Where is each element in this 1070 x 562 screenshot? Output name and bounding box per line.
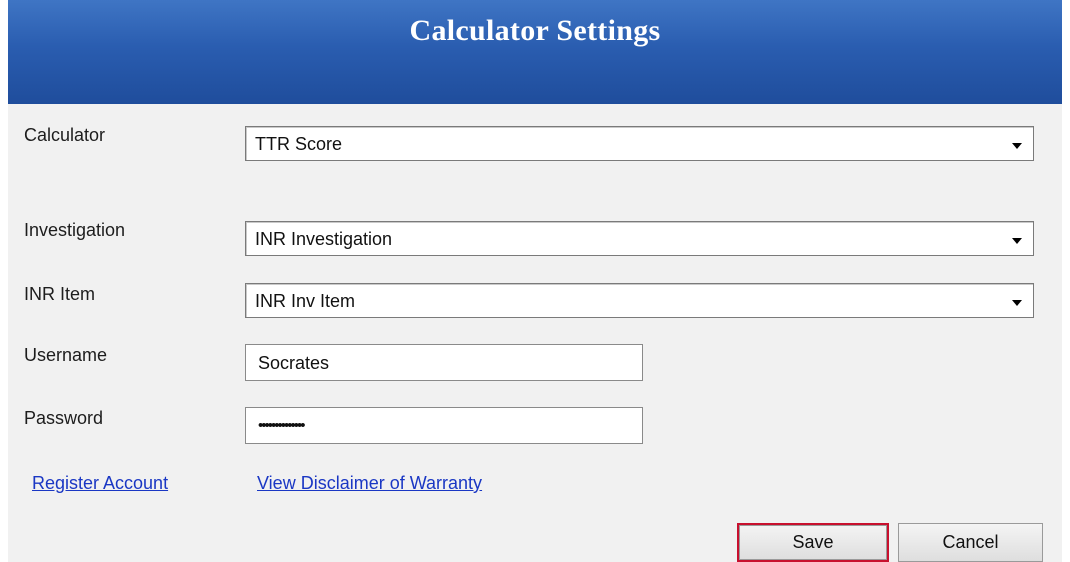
inr-item-select-value: INR Inv Item — [255, 291, 356, 311]
investigation-select-value: INR Investigation — [255, 229, 393, 249]
inr-item-label: INR Item — [24, 284, 96, 304]
calculator-label: Calculator — [24, 125, 106, 145]
view-disclaimer-link[interactable]: View Disclaimer of Warranty — [257, 473, 482, 494]
dialog-header: Calculator Settings — [8, 0, 1062, 104]
username-field[interactable]: Socrates — [245, 344, 643, 381]
username-value: Socrates — [258, 353, 330, 373]
investigation-label: Investigation — [24, 220, 126, 240]
dropdown-arrow-icon[interactable] — [1002, 223, 1032, 254]
cancel-button[interactable]: Cancel — [898, 523, 1043, 562]
calculator-select[interactable]: TTR Score — [245, 126, 1034, 161]
calculator-select-value: TTR Score — [255, 134, 343, 154]
investigation-select[interactable]: INR Investigation — [245, 221, 1034, 256]
dropdown-arrow-icon[interactable] — [1002, 128, 1032, 159]
password-label: Password — [24, 408, 104, 428]
inr-item-select[interactable]: INR Inv Item — [245, 283, 1034, 318]
dialog-title: Calculator Settings — [409, 14, 661, 47]
save-button[interactable]: Save — [737, 523, 889, 562]
dropdown-arrow-icon[interactable] — [1002, 285, 1032, 316]
register-account-link[interactable]: Register Account — [32, 473, 168, 494]
password-field[interactable]: •••••••••••••• — [245, 407, 643, 444]
password-value: •••••••••••••• — [258, 417, 306, 434]
username-label: Username — [24, 345, 108, 365]
